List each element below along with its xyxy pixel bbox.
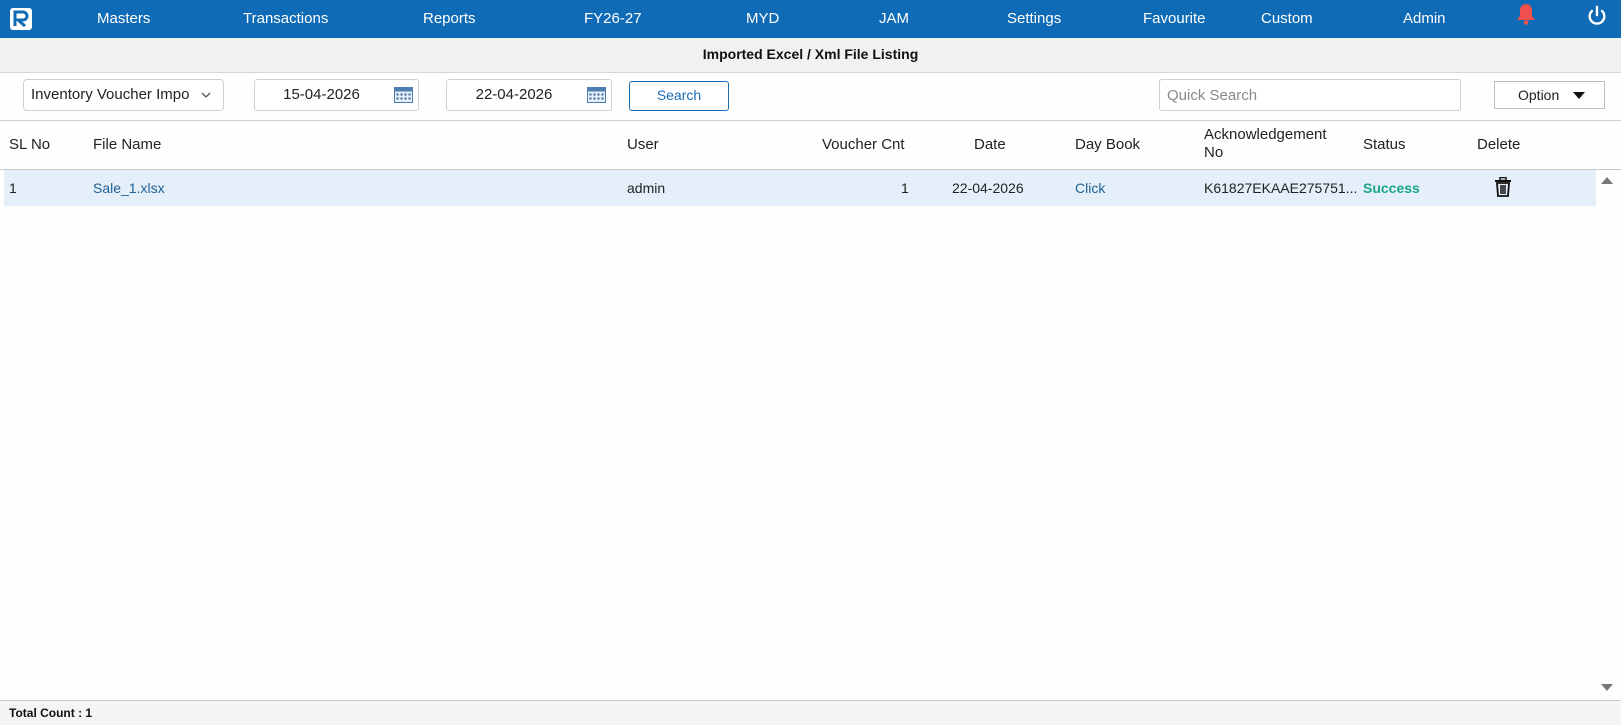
option-dropdown-button[interactable]: Option bbox=[1494, 81, 1605, 109]
import-type-value: Inventory Voucher Impo bbox=[31, 86, 190, 103]
col-header-ack-line1: Acknowledgement bbox=[1204, 126, 1327, 143]
cell-user: admin bbox=[627, 180, 666, 196]
nav-myd[interactable]: MYD bbox=[746, 0, 779, 38]
col-header-acknowledgement-no[interactable]: Acknowledgement No bbox=[1204, 126, 1327, 162]
bell-icon[interactable] bbox=[1514, 2, 1538, 26]
cell-sl-no: 1 bbox=[9, 180, 17, 196]
nav-settings[interactable]: Settings bbox=[1007, 0, 1061, 38]
col-header-file-name[interactable]: File Name bbox=[93, 136, 161, 154]
nav-admin[interactable]: Admin bbox=[1403, 0, 1446, 38]
option-label: Option bbox=[1518, 87, 1560, 103]
col-header-voucher-cnt[interactable]: Voucher Cnt bbox=[822, 136, 905, 154]
nav-custom[interactable]: Custom bbox=[1261, 0, 1313, 38]
nav-favourite[interactable]: Favourite bbox=[1143, 0, 1206, 38]
cell-date: 22-04-2026 bbox=[952, 180, 1024, 196]
caret-down-icon bbox=[1573, 92, 1585, 99]
col-header-day-book[interactable]: Day Book bbox=[1075, 136, 1140, 154]
cell-day-book-link[interactable]: Click bbox=[1075, 170, 1105, 206]
quick-search-input[interactable] bbox=[1159, 79, 1461, 111]
col-header-delete: Delete bbox=[1477, 136, 1521, 153]
search-button[interactable]: Search bbox=[629, 81, 729, 111]
nav-reports[interactable]: Reports bbox=[423, 0, 476, 38]
table-scrollbar[interactable] bbox=[1598, 170, 1616, 698]
cell-ack-no: K61827EKAAE275751... bbox=[1204, 180, 1358, 196]
table-header: SL No File Name User Voucher Cnt Date Da… bbox=[0, 121, 1621, 170]
from-date-field[interactable]: 15-04-2026 bbox=[254, 79, 419, 111]
scroll-up-arrow-icon[interactable] bbox=[1601, 176, 1613, 184]
col-header-status[interactable]: Status bbox=[1363, 136, 1406, 154]
cell-status: Success bbox=[1363, 180, 1420, 196]
col-header-date[interactable]: Date bbox=[974, 136, 1006, 154]
nav-transactions[interactable]: Transactions bbox=[243, 0, 328, 38]
col-header-ack-line2: No bbox=[1204, 144, 1224, 161]
power-icon[interactable] bbox=[1586, 5, 1608, 27]
trash-icon[interactable] bbox=[1494, 177, 1512, 197]
nav-masters[interactable]: Masters bbox=[97, 0, 150, 38]
nav-jam[interactable]: JAM bbox=[879, 0, 909, 38]
app-logo-icon[interactable] bbox=[9, 7, 33, 31]
to-date-field[interactable]: 22-04-2026 bbox=[446, 79, 612, 111]
chevron-down-icon bbox=[201, 92, 211, 98]
from-date-value: 15-04-2026 bbox=[283, 86, 360, 103]
col-header-user[interactable]: User bbox=[627, 136, 659, 154]
to-date-value: 22-04-2026 bbox=[475, 86, 553, 103]
import-type-dropdown[interactable]: Inventory Voucher Impo bbox=[23, 79, 224, 111]
calendar-icon[interactable] bbox=[394, 87, 413, 103]
page-title: Imported Excel / Xml File Listing bbox=[0, 38, 1621, 73]
top-nav-bar: Masters Transactions Reports FY26-27 MYD… bbox=[0, 0, 1621, 38]
cell-file-name[interactable]: Sale_1.xlsx bbox=[93, 170, 165, 206]
nav-financial-year[interactable]: FY26-27 bbox=[584, 0, 642, 38]
col-header-sl-no[interactable]: SL No bbox=[9, 136, 50, 154]
table-row[interactable]: 1 Sale_1.xlsx admin 1 22-04-2026 Click K… bbox=[4, 170, 1596, 206]
total-count-footer: Total Count : 1 bbox=[0, 700, 1621, 725]
filter-toolbar: Inventory Voucher Impo 15-04-2026 22-04-… bbox=[0, 73, 1621, 121]
calendar-icon[interactable] bbox=[587, 87, 606, 103]
scroll-down-arrow-icon[interactable] bbox=[1601, 684, 1613, 692]
cell-voucher-cnt: 1 bbox=[901, 180, 909, 196]
